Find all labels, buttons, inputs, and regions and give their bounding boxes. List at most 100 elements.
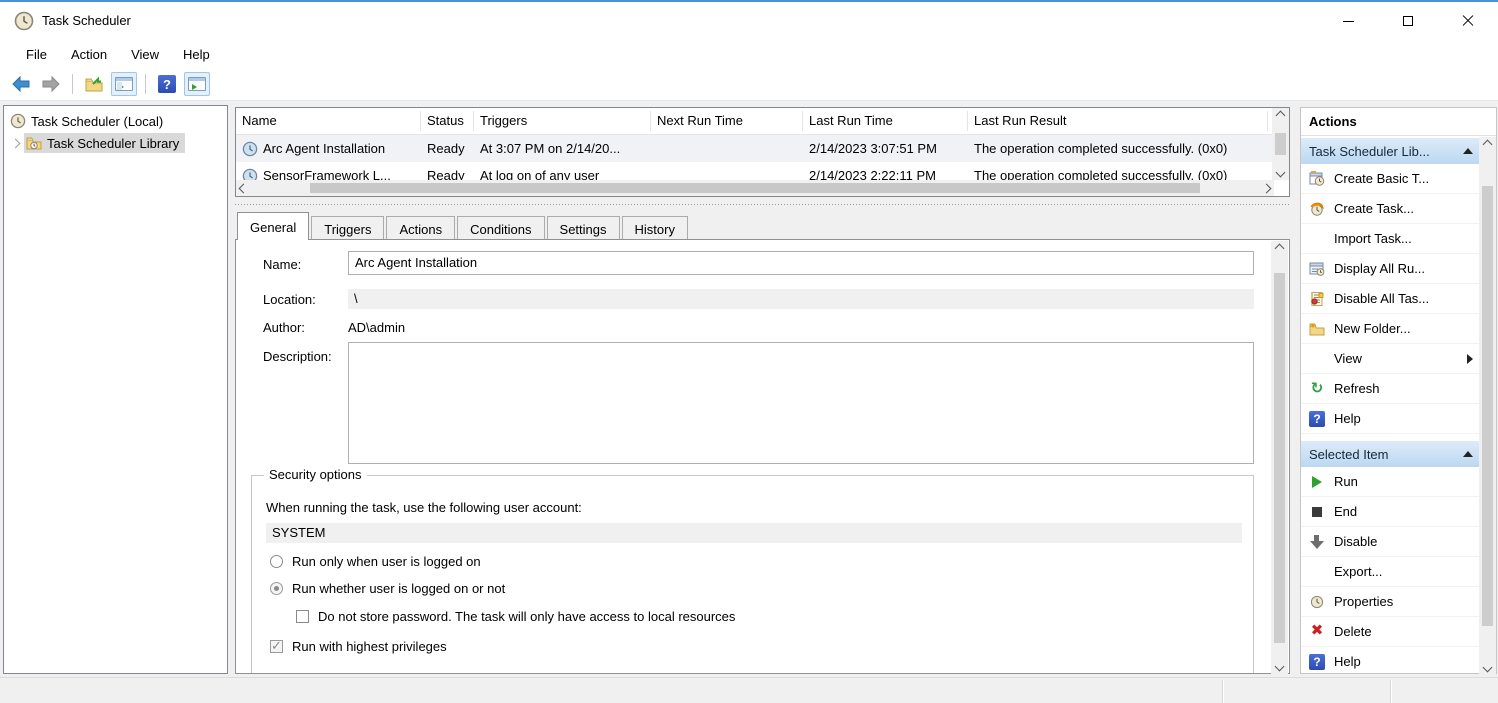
actions-pane-scrollbar[interactable] bbox=[1479, 137, 1496, 675]
export-list-icon bbox=[85, 76, 103, 92]
action-run[interactable]: Run bbox=[1301, 467, 1481, 497]
create-task-icon bbox=[1309, 201, 1325, 217]
action-end[interactable]: End bbox=[1301, 497, 1481, 527]
maximize-button[interactable] bbox=[1378, 2, 1438, 40]
help-icon: ? bbox=[158, 75, 176, 93]
run-icon bbox=[1309, 474, 1325, 490]
action-view[interactable]: View bbox=[1301, 344, 1481, 374]
description-field[interactable] bbox=[348, 342, 1254, 464]
forward-button[interactable] bbox=[38, 72, 64, 96]
scroll-down-icon[interactable] bbox=[1276, 168, 1286, 178]
radio-unchecked-icon[interactable] bbox=[270, 555, 283, 568]
account-prompt: When running the task, use the following… bbox=[266, 500, 582, 515]
menu-help[interactable]: Help bbox=[171, 43, 222, 66]
submenu-arrow-icon bbox=[1467, 354, 1473, 364]
back-button[interactable] bbox=[8, 72, 34, 96]
action-create-task[interactable]: Create Task... bbox=[1301, 194, 1481, 224]
task-list-vertical-scrollbar[interactable] bbox=[1272, 108, 1289, 180]
scrollbar-thumb[interactable] bbox=[310, 183, 1200, 193]
close-button[interactable] bbox=[1438, 2, 1498, 40]
menu-view[interactable]: View bbox=[119, 43, 171, 66]
section-header-selected-item[interactable]: Selected Item bbox=[1301, 440, 1481, 467]
scrollbar-thumb[interactable] bbox=[1482, 186, 1493, 626]
export-list-button[interactable] bbox=[81, 72, 107, 96]
disable-all-history-icon bbox=[1309, 291, 1325, 307]
action-properties[interactable]: Properties bbox=[1301, 587, 1481, 617]
collapse-up-icon[interactable] bbox=[1463, 451, 1473, 457]
column-header-last-run-time[interactable]: Last Run Time bbox=[803, 111, 968, 131]
minimize-icon bbox=[1343, 21, 1354, 22]
do-not-store-password-option[interactable]: Do not store password. The task will onl… bbox=[296, 609, 735, 624]
action-help-selected[interactable]: ? Help bbox=[1301, 647, 1481, 675]
maximize-icon bbox=[1403, 16, 1413, 26]
show-hide-console-tree-button[interactable] bbox=[111, 72, 137, 96]
account-value: SYSTEM bbox=[266, 523, 1242, 543]
show-hide-console-tree-icon bbox=[115, 77, 133, 91]
action-label: Refresh bbox=[1334, 381, 1380, 396]
checkbox-checked-icon[interactable] bbox=[270, 640, 283, 653]
tree-item-label: Task Scheduler Library bbox=[47, 136, 179, 151]
radio-checked-icon[interactable] bbox=[270, 582, 283, 595]
status-bar bbox=[0, 677, 1498, 703]
column-header-next-run-time[interactable]: Next Run Time bbox=[651, 111, 803, 131]
tab-conditions[interactable]: Conditions bbox=[457, 216, 544, 240]
scrollbar-thumb[interactable] bbox=[1274, 273, 1285, 643]
task-status: Ready bbox=[421, 135, 474, 162]
run-only-logged-on-option[interactable]: Run only when user is logged on bbox=[270, 554, 481, 569]
scroll-left-icon[interactable] bbox=[239, 183, 249, 193]
run-highest-privileges-option[interactable]: Run with highest privileges bbox=[270, 639, 447, 654]
column-header-name[interactable]: Name bbox=[236, 111, 421, 131]
column-header-triggers[interactable]: Triggers bbox=[474, 111, 651, 131]
tab-general[interactable]: General bbox=[237, 212, 309, 240]
task-name-field[interactable]: Arc Agent Installation bbox=[348, 251, 1254, 275]
section-header-label: Selected Item bbox=[1309, 447, 1389, 462]
scroll-up-icon[interactable] bbox=[1276, 111, 1286, 121]
section-header-task-scheduler-library[interactable]: Task Scheduler Lib... bbox=[1301, 137, 1481, 164]
action-label: Import Task... bbox=[1334, 231, 1412, 246]
show-hide-action-pane-button[interactable] bbox=[184, 72, 210, 96]
tree-item-task-scheduler-local[interactable]: Task Scheduler (Local) bbox=[4, 110, 227, 132]
new-folder-icon bbox=[1309, 321, 1325, 337]
action-refresh[interactable]: ↻ Refresh bbox=[1301, 374, 1481, 404]
action-disable-all-task-history[interactable]: Disable All Tas... bbox=[1301, 284, 1481, 314]
menu-file[interactable]: File bbox=[14, 43, 59, 66]
expand-chevron-icon[interactable] bbox=[11, 138, 21, 148]
table-row[interactable]: Arc Agent Installation Ready At 3:07 PM … bbox=[236, 135, 1289, 162]
action-delete[interactable]: ✖ Delete bbox=[1301, 617, 1481, 647]
action-label: Create Task... bbox=[1334, 201, 1414, 216]
general-panel-scrollbar[interactable] bbox=[1271, 241, 1288, 674]
tab-settings[interactable]: Settings bbox=[547, 216, 620, 240]
collapse-up-icon[interactable] bbox=[1463, 148, 1473, 154]
action-new-folder[interactable]: New Folder... bbox=[1301, 314, 1481, 344]
action-create-basic-task[interactable]: Create Basic T... bbox=[1301, 164, 1481, 194]
tab-triggers[interactable]: Triggers bbox=[311, 216, 384, 240]
action-label: Run bbox=[1334, 474, 1358, 489]
action-help[interactable]: ? Help bbox=[1301, 404, 1481, 434]
minimize-button[interactable] bbox=[1318, 2, 1378, 40]
tree-selection: Task Scheduler Library bbox=[24, 133, 185, 153]
scroll-right-icon[interactable] bbox=[1262, 183, 1272, 193]
column-header-status[interactable]: Status bbox=[421, 111, 474, 131]
action-export[interactable]: Export... bbox=[1301, 557, 1481, 587]
tree-item-task-scheduler-library[interactable]: Task Scheduler Library bbox=[4, 132, 227, 154]
scroll-up-icon[interactable] bbox=[1483, 140, 1493, 150]
checkbox-unchecked-icon[interactable] bbox=[296, 610, 309, 623]
run-logged-on-or-not-option[interactable]: Run whether user is logged on or not bbox=[270, 581, 505, 596]
menu-action[interactable]: Action bbox=[59, 43, 119, 66]
tab-history[interactable]: History bbox=[622, 216, 688, 240]
action-disable[interactable]: Disable bbox=[1301, 527, 1481, 557]
task-list-horizontal-scrollbar[interactable] bbox=[236, 180, 1274, 196]
security-options-legend: Security options bbox=[264, 467, 367, 482]
scroll-up-icon[interactable] bbox=[1275, 244, 1285, 254]
title-bar: Task Scheduler bbox=[0, 2, 1498, 40]
column-header-last-run-result[interactable]: Last Run Result bbox=[968, 111, 1268, 131]
scroll-down-icon[interactable] bbox=[1275, 662, 1285, 672]
scrollbar-thumb[interactable] bbox=[1275, 133, 1286, 155]
scroll-down-icon[interactable] bbox=[1483, 663, 1493, 673]
action-import-task[interactable]: Import Task... bbox=[1301, 224, 1481, 254]
tab-actions[interactable]: Actions bbox=[386, 216, 455, 240]
pane-splitter[interactable] bbox=[235, 202, 1290, 207]
action-display-all-running[interactable]: Display All Ru... bbox=[1301, 254, 1481, 284]
task-list-header: Name Status Triggers Next Run Time Last … bbox=[236, 108, 1289, 135]
help-button[interactable]: ? bbox=[154, 72, 180, 96]
